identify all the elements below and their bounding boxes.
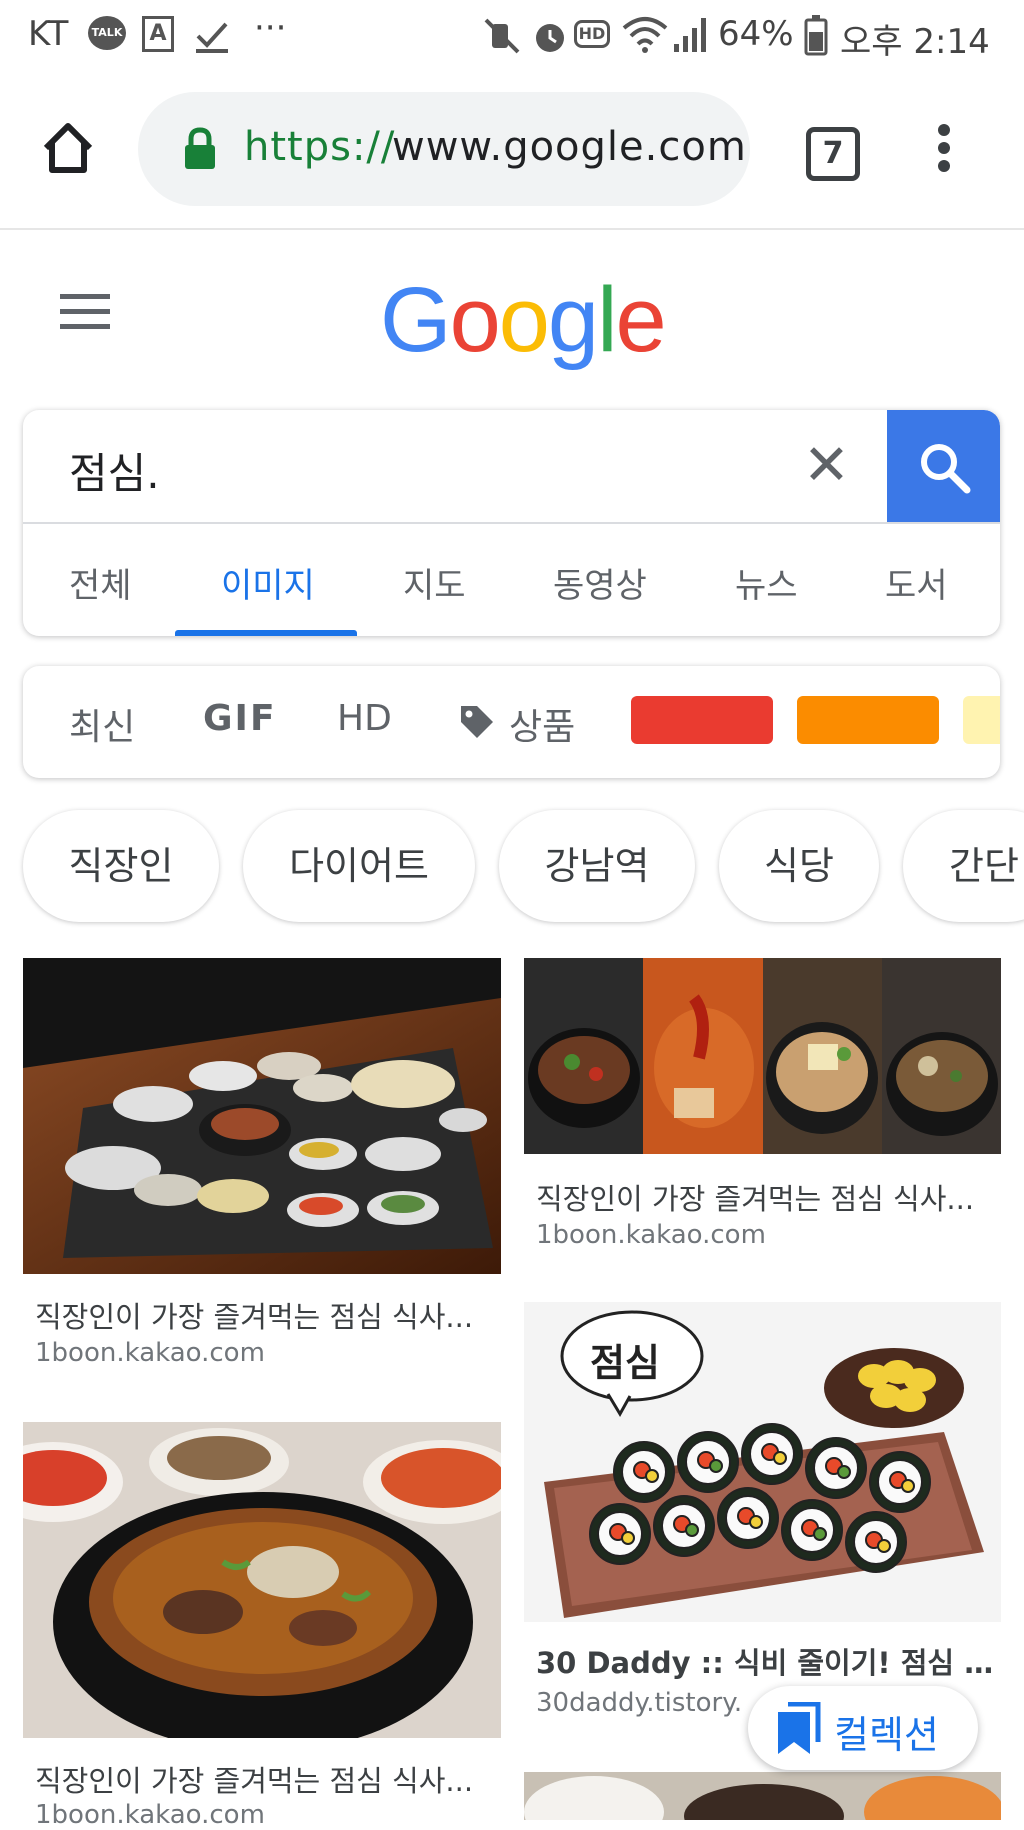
stew-pot-photo: [23, 1422, 501, 1738]
chip-restaurant[interactable]: 식당: [719, 810, 879, 922]
color-filter-red[interactable]: [631, 696, 773, 744]
logo-letter: o: [498, 269, 550, 371]
result-domain-2: 1boon.kakao.com: [536, 1220, 766, 1250]
signal-icon: [674, 18, 706, 52]
result-title-3[interactable]: 30 Daddy :: 식비 줄이기! 점심 밥...: [536, 1640, 996, 1682]
result-domain-3: 30daddy.tistory.: [536, 1688, 743, 1718]
filter-gif[interactable]: GIF: [203, 698, 277, 739]
filter-products[interactable]: 상품: [509, 698, 575, 750]
chip-gangnam[interactable]: 강남역: [499, 810, 695, 922]
a-app-icon: A: [142, 16, 174, 52]
tab-videos[interactable]: 동영상: [553, 558, 647, 607]
google-logo[interactable]: Google: [380, 268, 667, 373]
search-input[interactable]: 점심.: [69, 440, 160, 501]
alarm-icon: [536, 24, 564, 52]
chip-office-worker[interactable]: 직장인: [23, 810, 219, 922]
image-tools-bar: 최신 GIF HD 상품: [23, 666, 1000, 778]
result-domain-4: 1boon.kakao.com: [35, 1800, 265, 1830]
tag-icon: [461, 706, 493, 738]
battery-percent: 64%: [718, 14, 794, 54]
search-button[interactable]: [887, 410, 1000, 523]
collection-button[interactable]: 컬렉션: [748, 1686, 978, 1770]
check-download-icon: [196, 22, 228, 53]
divider: [23, 522, 1000, 524]
tab-maps[interactable]: 지도: [403, 558, 466, 607]
wifi-icon: [622, 17, 668, 53]
search-card: 점심. ✕ 전체 이미지 지도 동영상 뉴스 도서: [23, 410, 1000, 636]
korean-meal-photo: [23, 958, 501, 1274]
status-bar: KT TALK A ··· HD 64% 오후 2:14: [0, 0, 1024, 72]
clock: 오후 2:14: [840, 22, 990, 62]
filter-hd[interactable]: HD: [337, 698, 392, 739]
logo-letter: G: [380, 269, 452, 371]
tab-all[interactable]: 전체: [69, 558, 132, 607]
result-image-3[interactable]: 점심: [524, 1302, 1001, 1622]
result-image-2[interactable]: [524, 958, 1001, 1154]
result-title-1[interactable]: 직장인이 가장 즐겨먹는 점심 식사...: [35, 1294, 495, 1336]
hamburger-menu-icon[interactable]: [58, 292, 112, 332]
search-icon: [921, 444, 971, 494]
color-filter-yellow[interactable]: [963, 696, 1000, 744]
tab-news[interactable]: 뉴스: [735, 558, 798, 607]
logo-letter: g: [547, 269, 599, 371]
kakaotalk-icon: TALK: [88, 16, 126, 50]
filter-recent[interactable]: 최신: [69, 698, 135, 750]
carrier-label: KT: [28, 14, 69, 54]
more-vert-icon[interactable]: [932, 122, 956, 174]
bookmark-collection-icon: [778, 1702, 821, 1754]
tab-books[interactable]: 도서: [885, 558, 948, 607]
stew-collage-photo: [524, 958, 1001, 1154]
clear-search-icon[interactable]: ✕: [803, 438, 850, 494]
logo-letter: o: [449, 269, 501, 371]
url-host: www.google.com: [392, 124, 747, 170]
logo-letter: l: [597, 269, 618, 371]
chip-simple[interactable]: 간단: [903, 810, 1024, 922]
color-filter-orange[interactable]: [797, 696, 939, 744]
battery-icon: [804, 15, 828, 56]
url-scheme: https://: [244, 124, 396, 170]
more-notifications-icon: ···: [254, 8, 287, 48]
collection-label: 컬렉션: [834, 1713, 939, 1757]
result-title-4[interactable]: 직장인이 가장 즐겨먹는 점심 식사...: [35, 1758, 495, 1800]
tab-switcher-button[interactable]: 7: [806, 127, 860, 181]
result-image-1[interactable]: [23, 958, 501, 1274]
result-domain-1: 1boon.kakao.com: [35, 1338, 265, 1368]
active-tab-indicator: [175, 630, 357, 636]
image-caption-lunch: 점심: [590, 1341, 660, 1385]
home-icon[interactable]: [40, 120, 96, 176]
logo-letter: e: [615, 269, 667, 371]
food-photo: [524, 1772, 1001, 1820]
tab-images[interactable]: 이미지: [221, 558, 315, 607]
hd-voice-icon: HD: [574, 20, 610, 48]
lock-icon: [185, 127, 215, 169]
chip-diet[interactable]: 다이어트: [243, 810, 475, 922]
result-title-2[interactable]: 직장인이 가장 즐겨먹는 점심 식사...: [536, 1176, 996, 1218]
result-image-4[interactable]: [23, 1422, 501, 1738]
result-image-5[interactable]: [524, 1772, 1001, 1820]
vibrate-mute-icon: [484, 18, 520, 54]
